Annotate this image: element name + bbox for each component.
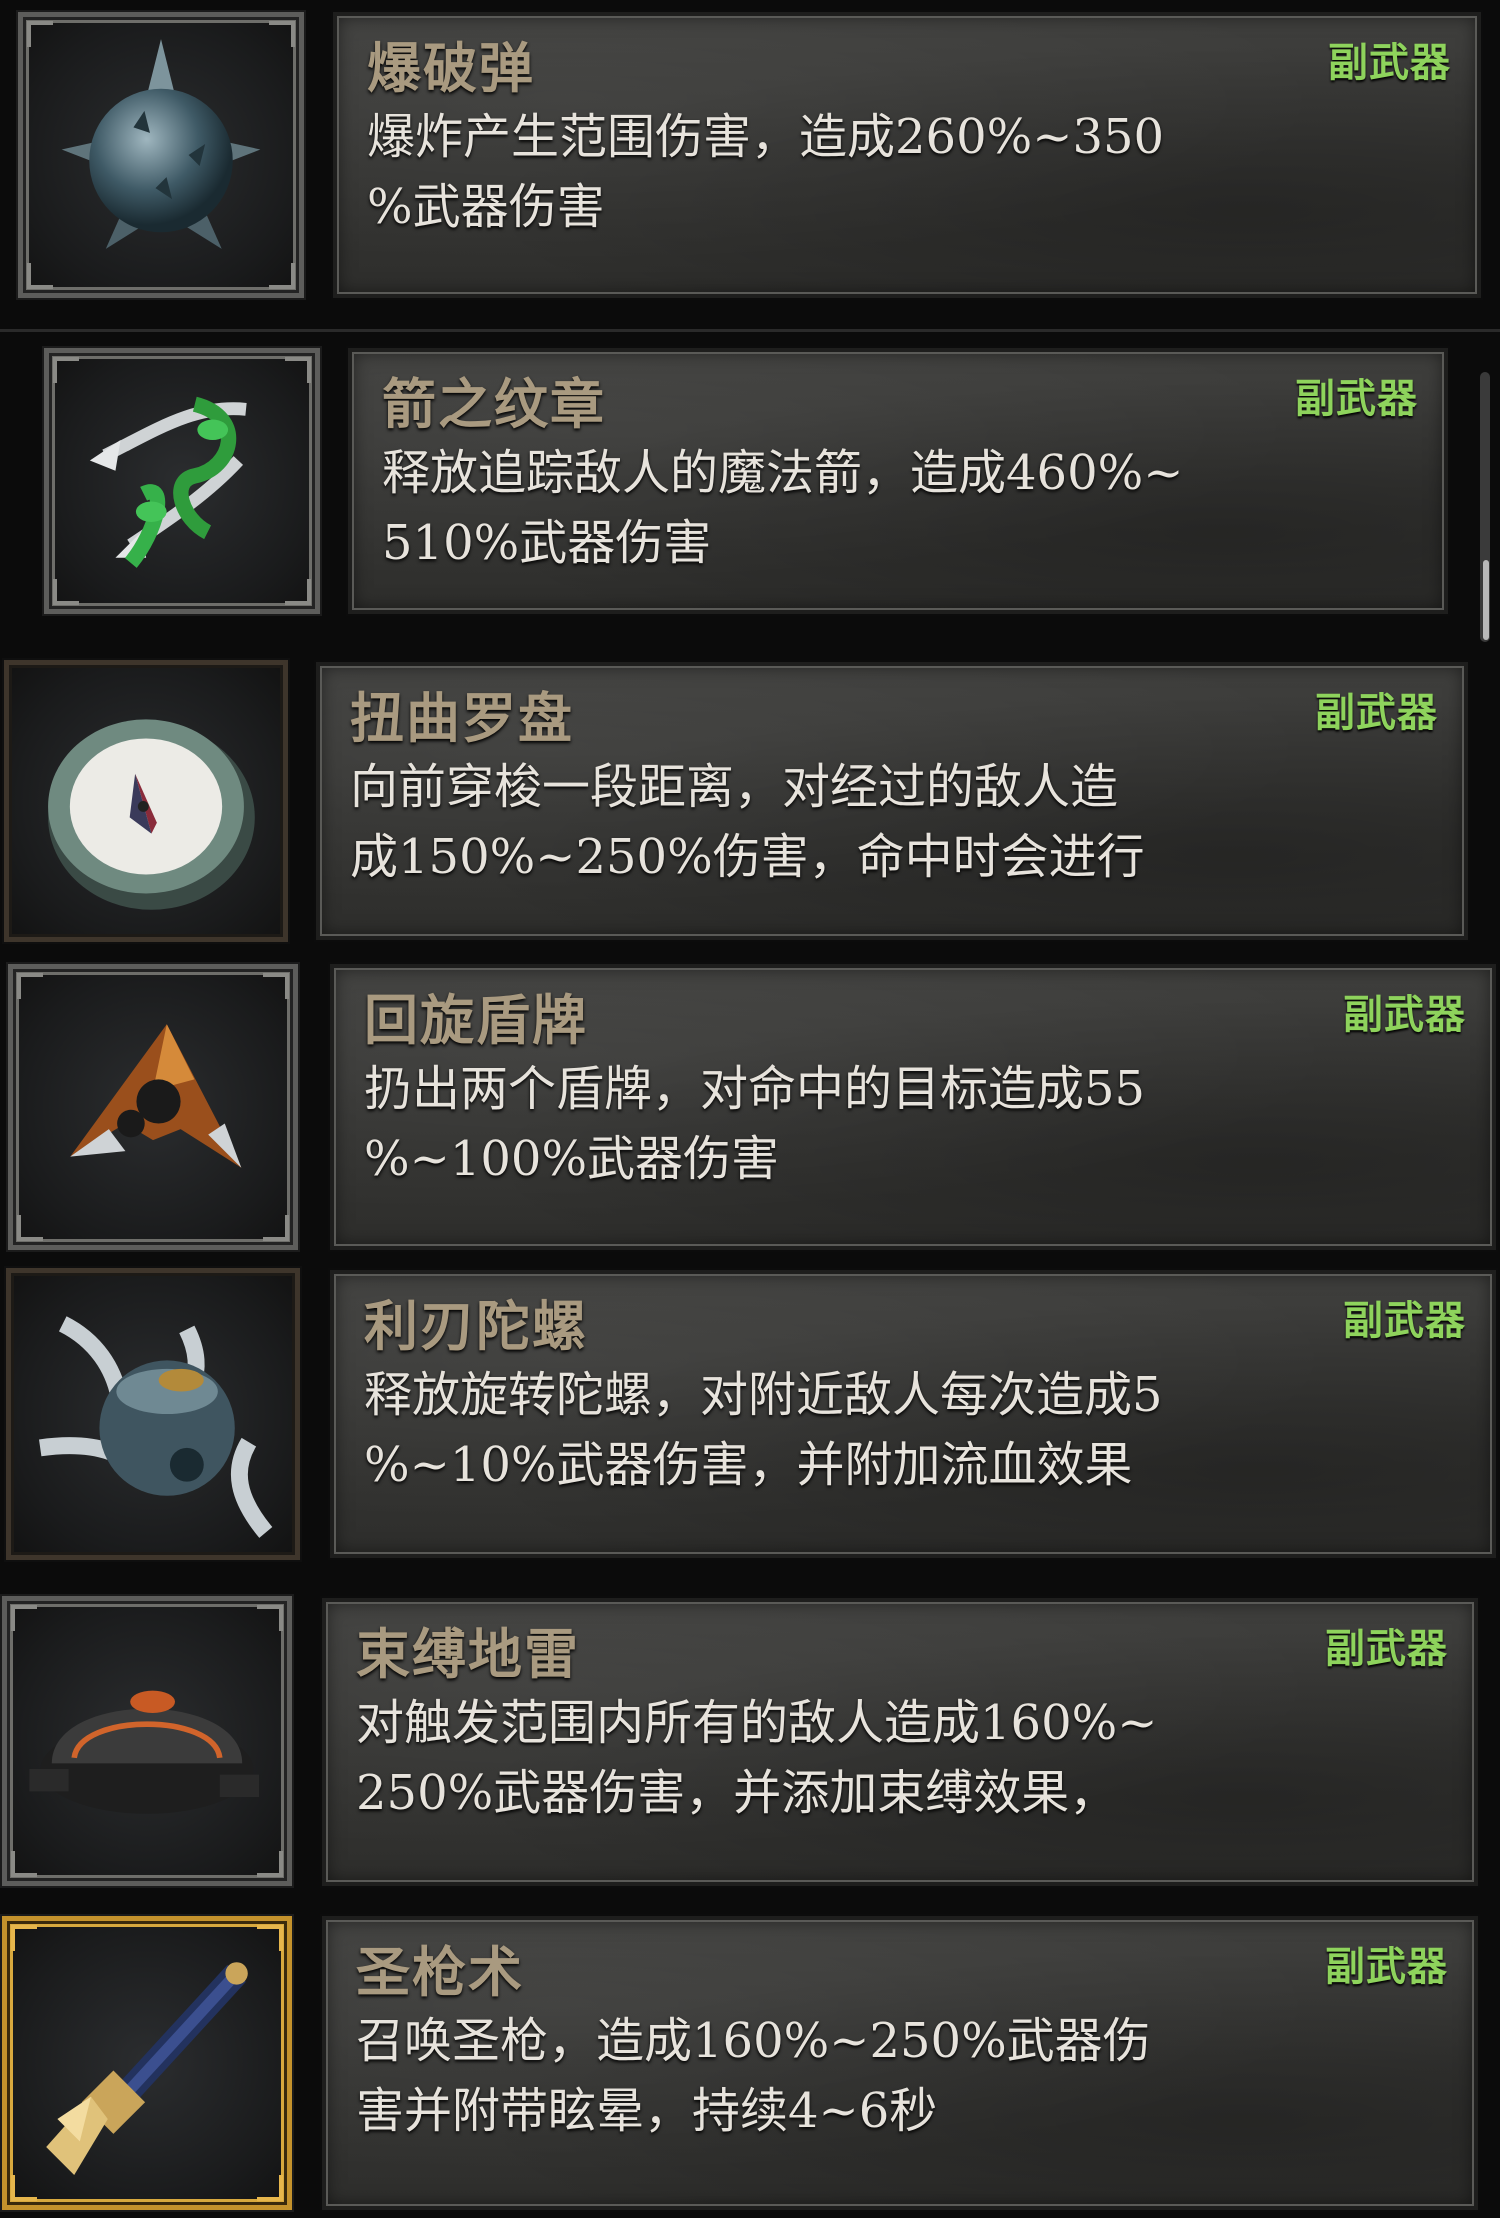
desc-line: 召唤圣枪，造成160%~250%武器伤 [356, 2013, 1151, 2069]
item-title: 圣枪术 [356, 1940, 524, 2004]
item-panel: 箭之纹章 副武器 释放追踪敌人的魔法箭，造成460%~ 510%武器伤害 [348, 348, 1448, 614]
item-tag: 副武器 [1325, 1625, 1448, 1672]
desc-line: 510%武器伤害 [382, 515, 712, 571]
item-tag: 副武器 [1325, 1943, 1448, 1990]
icon-slot[interactable] [2, 1916, 292, 2210]
icon-slot[interactable] [8, 964, 298, 1250]
desc-line: %武器伤害 [367, 179, 605, 235]
item-description: 召唤圣枪，造成160%~250%武器伤 害并附带眩晕，持续4~6秒 [356, 2006, 1438, 2146]
scrollbar-thumb[interactable] [1483, 560, 1489, 640]
desc-line: 成150%~250%伤害，命中时会进行 [350, 829, 1145, 885]
icon-slot[interactable] [18, 12, 304, 298]
item-description: 爆炸产生范围伤害，造成260%~350 %武器伤害 [367, 102, 1441, 242]
desc-line: 爆炸产生范围伤害，造成260%~350 [367, 109, 1165, 165]
desc-line: 释放追踪敌人的魔法箭，造成460%~ [382, 445, 1184, 501]
desc-line: 对触发范围内所有的敌人造成160%~ [356, 1695, 1158, 1751]
item-panel: 回旋盾牌 副武器 扔出两个盾牌，对命中的目标造成55 %~100%武器伤害 [330, 964, 1496, 1250]
arrow-emblem-icon [89, 396, 247, 568]
blade-top-icon [39, 1316, 273, 1538]
item-title: 束缚地雷 [356, 1622, 580, 1686]
compass-icon [48, 719, 255, 910]
icon-slot[interactable] [44, 348, 320, 614]
item-title: 利刃陀螺 [364, 1294, 588, 1358]
item-description: 释放旋转陀螺，对附近敌人每次造成5 %~10%武器伤害，并附加流血效果 [364, 1360, 1456, 1500]
item-title: 箭之纹章 [382, 372, 606, 436]
desc-line: %~10%武器伤害，并附加流血效果 [364, 1437, 1133, 1493]
spiked-mine-icon [61, 39, 261, 249]
desc-line: 释放旋转陀螺，对附近敌人每次造成5 [364, 1367, 1163, 1423]
item-tag: 副武器 [1315, 689, 1438, 736]
binding-mine-icon [29, 1690, 259, 1814]
item-title: 扭曲罗盘 [350, 686, 574, 750]
icon-slot[interactable] [6, 1268, 300, 1560]
boomerang-shield-icon [70, 1024, 242, 1168]
list-divider [0, 329, 1500, 332]
holy-spear-icon [46, 1962, 248, 2175]
item-panel: 圣枪术 副武器 召唤圣枪，造成160%~250%武器伤 害并附带眩晕，持续4~6… [322, 1916, 1478, 2210]
item-tag: 副武器 [1343, 991, 1466, 1038]
icon-slot[interactable] [2, 1596, 292, 1886]
item-panel: 束缚地雷 副武器 对触发范围内所有的敌人造成160%~ 250%武器伤害，并添加… [322, 1598, 1478, 1886]
desc-line: 害并附带眩晕，持续4~6秒 [356, 2083, 938, 2139]
desc-line: 250%武器伤害，并添加束缚效果， [356, 1765, 1118, 1821]
item-description: 对触发范围内所有的敌人造成160%~ 250%武器伤害，并添加束缚效果， [356, 1688, 1438, 1828]
item-tag: 副武器 [1328, 39, 1451, 86]
item-tag: 副武器 [1295, 375, 1418, 422]
item-description: 释放追踪敌人的魔法箭，造成460%~ 510%武器伤害 [382, 438, 1408, 578]
item-tag: 副武器 [1343, 1297, 1466, 1344]
desc-line: %~100%武器伤害 [364, 1131, 780, 1187]
item-panel: 利刃陀螺 副武器 释放旋转陀螺，对附近敌人每次造成5 %~10%武器伤害，并附加… [330, 1270, 1496, 1558]
item-panel: 扭曲罗盘 副武器 向前穿梭一段距离，对经过的敌人造 成150%~250%伤害，命… [316, 662, 1468, 940]
item-description: 扔出两个盾牌，对命中的目标造成55 %~100%武器伤害 [364, 1054, 1456, 1194]
item-description: 向前穿梭一段距离，对经过的敌人造 成150%~250%伤害，命中时会进行 [350, 752, 1428, 892]
desc-line: 扔出两个盾牌，对命中的目标造成55 [364, 1061, 1146, 1117]
item-title: 爆破弹 [367, 36, 535, 100]
icon-slot[interactable] [4, 660, 288, 942]
item-panel: 爆破弹 副武器 爆炸产生范围伤害，造成260%~350 %武器伤害 [333, 12, 1481, 298]
desc-line: 向前穿梭一段距离，对经过的敌人造 [350, 759, 1119, 815]
item-title: 回旋盾牌 [364, 988, 588, 1052]
